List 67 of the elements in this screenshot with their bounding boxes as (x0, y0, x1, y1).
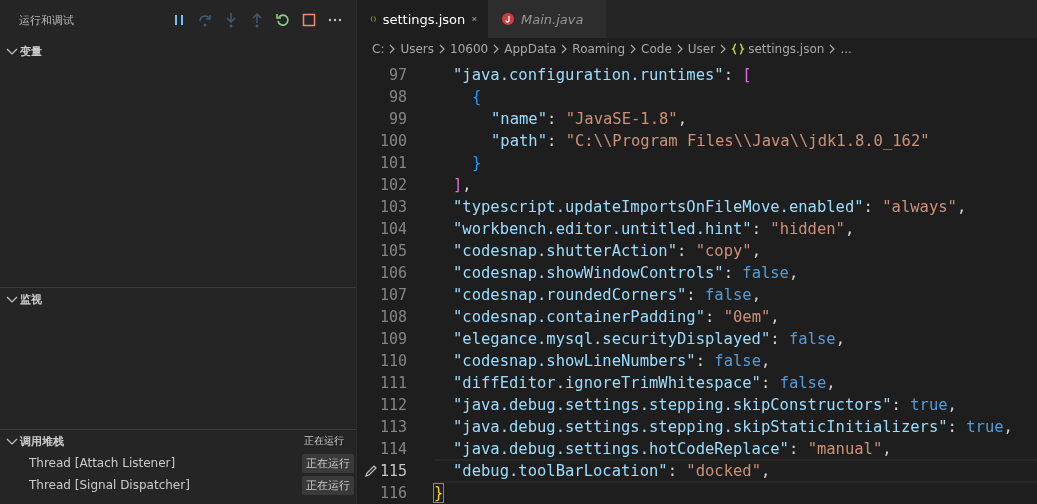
breadcrumb-item[interactable]: 10600 (450, 42, 489, 56)
line-number: 99 (388, 110, 407, 128)
section-title[interactable]: 监视 (20, 291, 344, 307)
line-number: 101 (379, 154, 407, 172)
line-number: 108 (379, 308, 407, 326)
breadcrumb-item[interactable]: Roaming (572, 42, 626, 56)
thread-name[interactable]: Thread [Attach Listener] (29, 456, 302, 470)
code-line: "codesnap.showLineNumbers": false, (452, 351, 772, 371)
line-number: 109 (379, 330, 407, 348)
breadcrumb-item[interactable]: ... (840, 42, 852, 56)
line-number: 111 (379, 374, 407, 392)
thread-status-badge: 正在运行 (302, 475, 354, 495)
pencil-icon (363, 464, 378, 478)
code-line: "name": "JavaSE-1.8", (490, 109, 688, 129)
line-number: 110 (379, 352, 407, 370)
code-line: "java.debug.settings.stepping.skipConstructors": true, (452, 395, 958, 415)
line-number: 107 (379, 286, 407, 304)
thread-name[interactable]: Thread [Signal Dispatcher] (29, 478, 302, 492)
code-line: "workbench.editor.untitled.hint": "hidden", (452, 219, 856, 239)
line-number: 100 (379, 132, 407, 150)
code-line: "java.debug.settings.stepping.skipStaticInitializers": true, (452, 417, 1014, 437)
step-into-icon (223, 12, 239, 28)
code-line: "java.debug.settings.hotCodeReplace": "manual", (452, 439, 893, 459)
line-number: 112 (379, 396, 407, 414)
code-line: "elegance.mysql.securityDisplayed": false, (452, 329, 846, 349)
code-line: } (471, 153, 483, 173)
code-line: "typescript.updateImportsOnFileMove.enabled": "always", (452, 197, 968, 217)
line-number: 115 (379, 462, 407, 480)
line-number: 103 (379, 198, 407, 216)
code-line: "codesnap.containerPadding": "0em", (452, 307, 781, 327)
line-number: 97 (388, 66, 407, 84)
line-number: 114 (379, 440, 407, 458)
line-number: 105 (379, 242, 407, 260)
panel-title: 运行和调试 (19, 12, 75, 28)
code-line: } (434, 483, 445, 503)
editor-tab[interactable]: Main.java (488, 0, 606, 38)
code-line: "codesnap.roundedCorners": false, (452, 285, 762, 305)
section-title[interactable]: 变量 (20, 43, 344, 59)
code-line: ], (452, 175, 473, 195)
code-line: "codesnap.showWindowControls": false, (452, 263, 800, 283)
breadcrumb-item[interactable]: User (687, 42, 716, 56)
thread-status-badge: 正在运行 (302, 453, 354, 473)
braces-icon (731, 42, 746, 56)
section-title[interactable]: 调用堆栈 (20, 433, 304, 449)
line-number: 116 (379, 484, 407, 502)
code-line: "diffEditor.ignoreTrimWhitespace": false, (452, 373, 837, 393)
line-number: 113 (379, 418, 407, 436)
stop-icon (301, 12, 317, 28)
code-line: { (471, 87, 483, 107)
step-over-icon (197, 12, 213, 28)
breadcrumb-item[interactable]: AppData (504, 42, 557, 56)
code-line: "java.configuration.runtimes": [ (452, 65, 753, 85)
code-line: "debug.toolBarLocation": "docked", (434, 459, 1037, 483)
breadcrumb-item[interactable]: Users (400, 42, 435, 56)
line-number: 106 (379, 264, 407, 282)
java-file-icon (501, 12, 515, 26)
code-line: "path": "C:\\Program Files\\Java\\jdk1.8.0_162" (490, 131, 931, 151)
breadcrumb-item[interactable]: settings.json (748, 42, 825, 56)
breadcrumb-item[interactable]: Code (641, 42, 672, 56)
line-number: 98 (388, 88, 407, 106)
session-status: 正在运行 (304, 434, 344, 448)
restart-icon (275, 12, 291, 28)
editor-tab[interactable]: settings.json (357, 0, 488, 38)
code-line: "codesnap.shutterAction": "copy", (452, 241, 762, 261)
line-number: 102 (379, 176, 407, 194)
breadcrumb-item[interactable]: C: (372, 42, 385, 56)
line-number: 104 (379, 220, 407, 238)
